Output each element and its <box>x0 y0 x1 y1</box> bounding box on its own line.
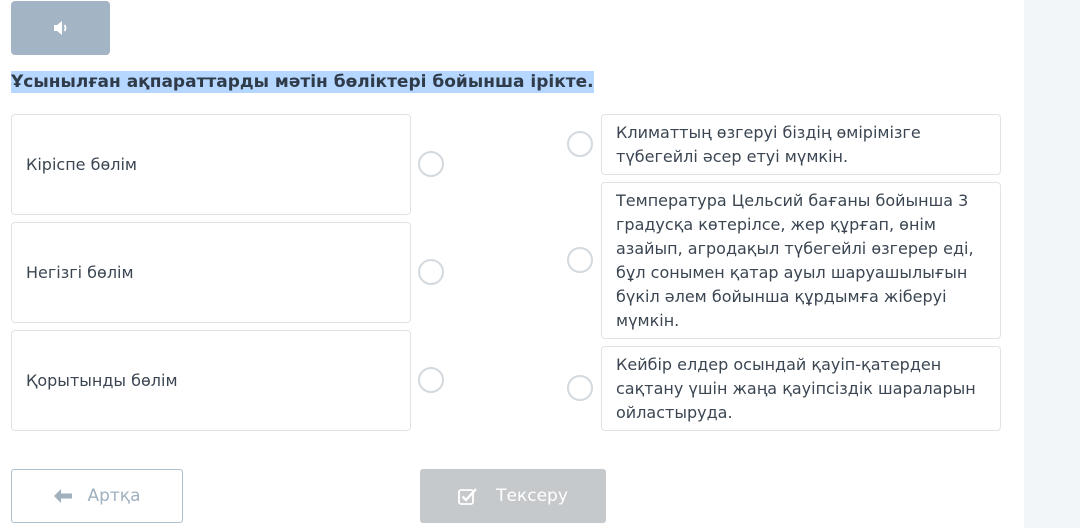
left-item-conclusion[interactable]: Қорытынды бөлім <box>11 330 411 431</box>
back-button-label: Артқа <box>87 486 141 506</box>
check-button[interactable]: Тексеру <box>420 469 606 523</box>
left-item-label: Кіріспе бөлім <box>26 155 137 174</box>
left-item-introduction[interactable]: Кіріспе бөлім <box>11 114 411 215</box>
side-panel <box>1024 0 1080 528</box>
right-item-3[interactable]: Кейбір елдер осындай қауіп-қатерден сақт… <box>601 346 1001 431</box>
right-item-text: Температура Цельсий бағаны бойынша 3 гра… <box>616 191 974 330</box>
right-item-2[interactable]: Температура Цельсий бағаны бойынша 3 гра… <box>601 182 1001 339</box>
left-item-label: Қорытынды бөлім <box>26 371 178 390</box>
checkbox-check-icon <box>458 488 477 505</box>
left-radio-2[interactable] <box>418 259 444 285</box>
speaker-icon <box>53 21 66 35</box>
arrow-left-icon <box>54 489 73 503</box>
back-button[interactable]: Артқа <box>11 469 183 523</box>
left-radio-3[interactable] <box>418 367 444 393</box>
left-radio-1[interactable] <box>418 151 444 177</box>
audio-play-button[interactable] <box>11 1 110 55</box>
right-radio-3[interactable] <box>567 375 593 401</box>
right-item-1[interactable]: Климаттың өзгеруі біздің өмірімізге түбе… <box>601 114 1001 175</box>
right-item-text: Кейбір елдер осындай қауіп-қатерден сақт… <box>616 355 976 422</box>
right-radio-2[interactable] <box>567 247 593 273</box>
left-item-main[interactable]: Негізгі бөлім <box>11 222 411 323</box>
left-item-label: Негізгі бөлім <box>26 263 134 282</box>
check-button-label: Тексеру <box>496 486 568 506</box>
right-item-text: Климаттың өзгеруі біздің өмірімізге түбе… <box>616 123 921 166</box>
question-text: Ұсынылған ақпараттарды мәтін бөліктері б… <box>11 71 594 93</box>
right-radio-1[interactable] <box>567 131 593 157</box>
question-highlight: Ұсынылған ақпараттарды мәтін бөліктері б… <box>11 71 594 93</box>
